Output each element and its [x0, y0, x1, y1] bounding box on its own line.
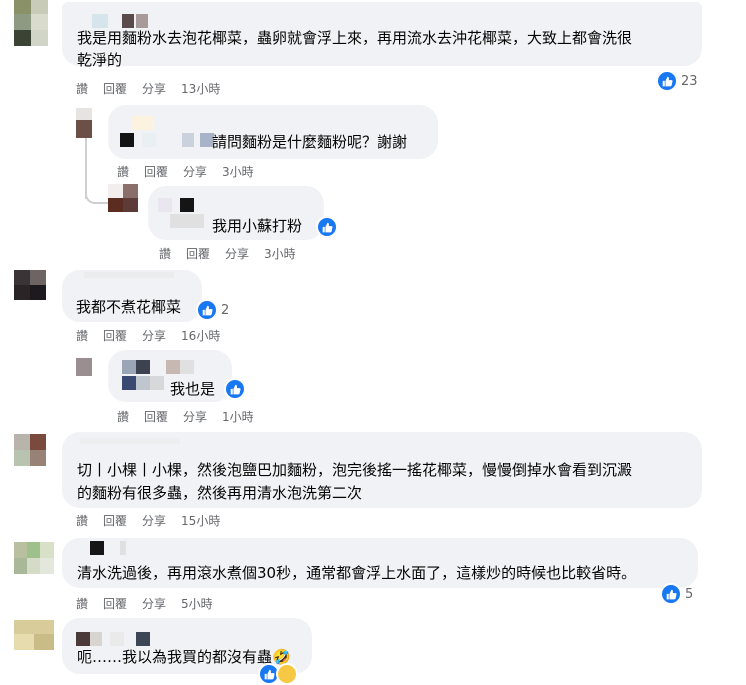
- commenter-name[interactable]: [90, 541, 140, 555]
- timestamp[interactable]: 16小時: [181, 328, 220, 344]
- share-button[interactable]: 分享: [142, 328, 166, 344]
- commenter-name: [170, 214, 204, 228]
- reaction-count[interactable]: [224, 378, 246, 400]
- comment-actions: 讚回覆 分享 13小時: [76, 81, 235, 97]
- commenter-name[interactable]: [76, 632, 156, 646]
- commenter-name[interactable]: [80, 438, 180, 452]
- reaction-count[interactable]: [258, 663, 298, 685]
- like-reaction-icon: [656, 70, 678, 92]
- like-button[interactable]: 讚: [76, 513, 88, 529]
- like-button[interactable]: 讚: [117, 409, 129, 425]
- commenter-name: [122, 376, 166, 390]
- comment-text: 請問麵粉是什麼麵粉呢？謝謝: [212, 133, 408, 151]
- comment-actions: 讚回覆 分享 1小時: [117, 409, 269, 425]
- avatar[interactable]: [14, 620, 54, 650]
- like-reaction-icon: [196, 299, 218, 321]
- share-button[interactable]: 分享: [183, 409, 207, 425]
- comment-actions: 讚回覆 分享 5小時: [76, 596, 228, 612]
- comment-actions: 讚回覆 分享 15小時: [76, 513, 235, 529]
- comment-text: 的麵粉有很多蟲，然後再用清水泡洗第二次: [77, 484, 363, 502]
- avatar[interactable]: [14, 434, 46, 466]
- thread-line: [85, 180, 109, 204]
- like-button[interactable]: 讚: [117, 164, 129, 180]
- avatar[interactable]: [108, 184, 138, 212]
- commenter-name[interactable]: [158, 198, 210, 212]
- share-button[interactable]: 分享: [142, 81, 166, 97]
- avatar[interactable]: [76, 108, 92, 138]
- avatar[interactable]: [76, 358, 92, 376]
- reply-button[interactable]: 回覆: [103, 513, 127, 529]
- comment-actions: 讚回覆 分享 3小時: [117, 164, 269, 180]
- timestamp[interactable]: 15小時: [181, 513, 220, 529]
- timestamp[interactable]: 5小時: [181, 596, 213, 612]
- share-button[interactable]: 分享: [183, 164, 207, 180]
- commenter-name[interactable]: [122, 360, 202, 374]
- commenter-name[interactable]: [92, 14, 152, 28]
- timestamp[interactable]: 1小時: [222, 409, 254, 425]
- like-reaction-icon: [660, 583, 682, 605]
- haha-reaction-icon: [276, 663, 298, 685]
- reaction-count[interactable]: [316, 216, 338, 238]
- reply-button[interactable]: 回覆: [103, 81, 127, 97]
- reaction-count[interactable]: 5: [660, 583, 693, 605]
- comment-text: 我是用麵粉水去泡花椰菜，蟲卵就會浮上來，再用流水去沖花椰菜，大致上都會洗很: [77, 29, 633, 47]
- comment-actions: 讚回覆 分享 3小時: [159, 246, 311, 262]
- timestamp[interactable]: 13小時: [181, 81, 220, 97]
- share-button[interactable]: 分享: [142, 513, 166, 529]
- avatar[interactable]: [14, 270, 46, 300]
- like-button[interactable]: 讚: [159, 246, 171, 262]
- reply-button[interactable]: 回覆: [103, 596, 127, 612]
- reply-button[interactable]: 回覆: [103, 328, 127, 344]
- commenter-name[interactable]: [84, 272, 174, 286]
- commenter-name[interactable]: [120, 133, 214, 147]
- timestamp[interactable]: 3小時: [222, 164, 254, 180]
- reply-button[interactable]: 回覆: [144, 409, 168, 425]
- reply-button[interactable]: 回覆: [144, 164, 168, 180]
- comment-actions: 讚回覆 分享 16小時: [76, 328, 235, 344]
- commenter-name: [132, 116, 154, 130]
- comment-text: 乾淨的: [77, 51, 123, 69]
- like-button[interactable]: 讚: [76, 596, 88, 612]
- timestamp[interactable]: 3小時: [264, 246, 296, 262]
- like-button[interactable]: 讚: [76, 81, 88, 97]
- avatar[interactable]: [14, 542, 54, 574]
- like-button[interactable]: 讚: [76, 328, 88, 344]
- reaction-count[interactable]: 2: [196, 299, 229, 321]
- reply-button[interactable]: 回覆: [186, 246, 210, 262]
- like-reaction-icon: [316, 216, 338, 238]
- reaction-count[interactable]: 23: [656, 70, 698, 92]
- avatar[interactable]: [14, 0, 48, 46]
- like-reaction-icon: [224, 378, 246, 400]
- share-button[interactable]: 分享: [225, 246, 249, 262]
- comment-text: 清水洗過後，再用滾水煮個30秒，通常都會浮上水面了，這樣炒的時候也比較省時。: [77, 564, 637, 582]
- comment-text: 我也是: [170, 380, 216, 398]
- comment-text: 切丨小棵丨小棵，然後泡鹽巴加麵粉，泡完後搖一搖花椰菜，慢慢倒掉水會看到沉澱: [77, 461, 633, 479]
- share-button[interactable]: 分享: [142, 596, 166, 612]
- comment-text: 我都不煮花椰菜: [76, 298, 182, 316]
- comment-text: 我用小蘇打粉: [212, 217, 303, 235]
